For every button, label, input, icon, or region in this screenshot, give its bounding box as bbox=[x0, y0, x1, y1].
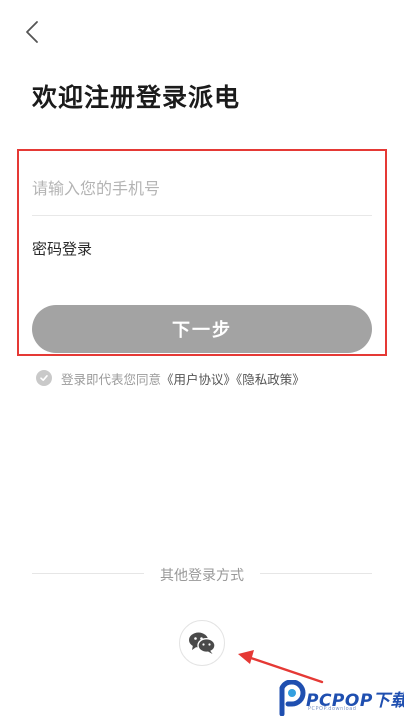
chevron-left-icon bbox=[26, 21, 38, 43]
pcpop-logo bbox=[279, 680, 306, 716]
other-login-label: 其他登录方式 bbox=[160, 568, 244, 584]
agreement-checkbox[interactable] bbox=[36, 370, 52, 386]
check-icon bbox=[40, 374, 48, 381]
privacy-policy-link[interactable]: 《隐私政策》 bbox=[236, 372, 305, 387]
agreement-prefix: 登录即代表您同意 bbox=[61, 372, 162, 387]
divider-left bbox=[32, 573, 144, 574]
user-agreement-link[interactable]: 《用户协议》 bbox=[161, 372, 236, 387]
agreement-text: 登录即代表您同意《用户协议》《隐私政策》 bbox=[61, 369, 305, 388]
wechat-icon bbox=[189, 632, 216, 654]
next-button[interactable]: 下一步 bbox=[32, 305, 372, 353]
input-divider bbox=[32, 215, 372, 216]
wechat-login-button[interactable] bbox=[179, 620, 225, 666]
password-login-link[interactable]: 密码登录 bbox=[32, 238, 92, 259]
divider-right bbox=[260, 573, 372, 574]
back-button[interactable] bbox=[20, 18, 50, 48]
phone-input[interactable] bbox=[32, 170, 372, 206]
page-title: 欢迎注册登录派电 bbox=[32, 83, 241, 112]
watermark-sub: PCPOP.download bbox=[308, 706, 357, 712]
